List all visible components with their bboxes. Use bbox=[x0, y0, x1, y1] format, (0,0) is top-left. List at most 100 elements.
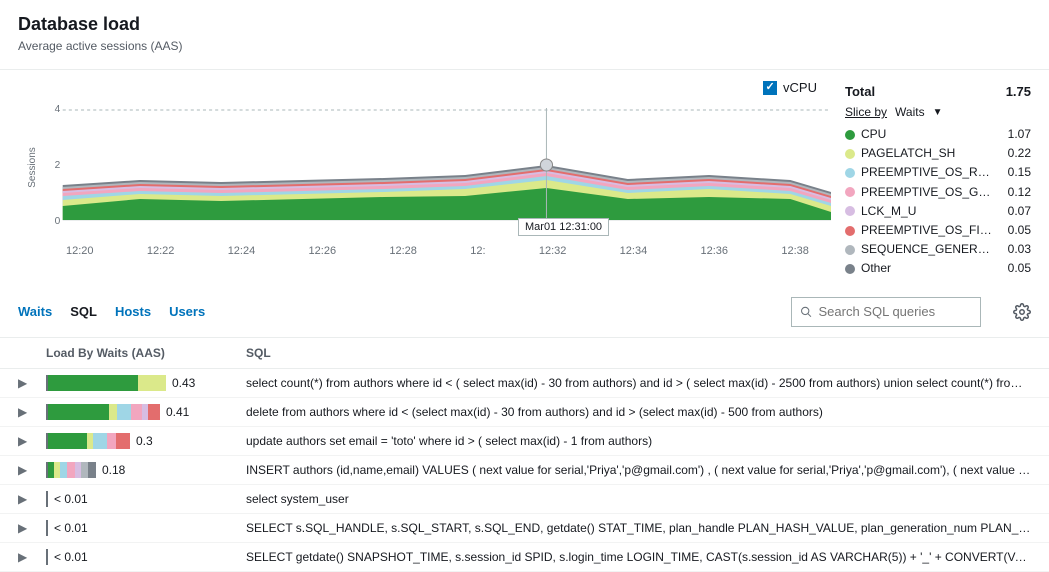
expand-icon[interactable]: ▶ bbox=[18, 405, 46, 419]
swatch-icon bbox=[845, 168, 855, 178]
col-head-sql: SQL bbox=[236, 346, 1031, 360]
expand-icon[interactable]: ▶ bbox=[18, 492, 46, 506]
load-cell: < 0.01 bbox=[46, 491, 236, 507]
svg-text:2: 2 bbox=[55, 160, 61, 171]
yaxis-label: Sessions bbox=[27, 147, 38, 188]
swatch-icon bbox=[845, 130, 855, 140]
swatch-icon bbox=[845, 245, 855, 255]
x-axis-ticks: 12:2012:2212:2412:2612:2812:12:3212:3412… bbox=[18, 243, 831, 257]
swatch-icon bbox=[845, 149, 855, 159]
chevron-down-icon: ▼ bbox=[933, 107, 943, 118]
slice-by-dropdown[interactable]: Slice by Waits ▼ bbox=[845, 105, 1031, 119]
sql-text[interactable]: delete from authors where id < (select m… bbox=[236, 405, 1031, 419]
expand-icon[interactable]: ▶ bbox=[18, 376, 46, 390]
load-bar bbox=[46, 520, 48, 536]
load-bar bbox=[46, 404, 160, 420]
total-value: 1.75 bbox=[1006, 84, 1031, 99]
vcpu-label: vCPU bbox=[783, 80, 817, 95]
legend-value: 1.07 bbox=[995, 125, 1031, 144]
legend-name: PREEMPTIVE_OS_REPO... bbox=[861, 163, 995, 182]
legend-value: 0.22 bbox=[995, 144, 1031, 163]
table-row: ▶ 0.43 select count(*) from authors where … bbox=[0, 369, 1049, 398]
sql-text[interactable]: SELECT s.SQL_HANDLE, s.SQL_START, s.SQL_… bbox=[236, 521, 1031, 535]
load-cell: < 0.01 bbox=[46, 520, 236, 536]
load-cell: 0.3 bbox=[46, 433, 236, 449]
table-row: ▶ < 0.01 SELECT s.SQL_HANDLE, s.SQL_START,… bbox=[0, 514, 1049, 543]
load-value: < 0.01 bbox=[54, 492, 88, 506]
swatch-icon bbox=[845, 264, 855, 274]
col-head-load: Load By Waits (AAS) bbox=[46, 346, 236, 360]
expand-icon[interactable]: ▶ bbox=[18, 434, 46, 448]
legend-name: PREEMPTIVE_OS_FILE... bbox=[861, 221, 995, 240]
legend-item[interactable]: Other0.05 bbox=[845, 259, 1031, 278]
legend-item[interactable]: SEQUENCE_GENERATI...0.03 bbox=[845, 240, 1031, 259]
svg-text:4: 4 bbox=[55, 104, 61, 115]
legend-item[interactable]: CPU1.07 bbox=[845, 125, 1031, 144]
page-subtitle: Average active sessions (AAS) bbox=[18, 39, 1031, 53]
tab-hosts[interactable]: Hosts bbox=[115, 304, 151, 319]
legend-name: LCK_M_U bbox=[861, 202, 995, 221]
load-bar bbox=[46, 375, 166, 391]
swatch-icon bbox=[845, 226, 855, 236]
svg-text:0: 0 bbox=[55, 216, 61, 227]
legend-value: 0.12 bbox=[995, 183, 1031, 202]
swatch-icon bbox=[845, 187, 855, 197]
legend-value: 0.15 bbox=[995, 163, 1031, 182]
legend-item[interactable]: PREEMPTIVE_OS_FILE...0.05 bbox=[845, 221, 1031, 240]
search-input-wrapper[interactable] bbox=[791, 297, 981, 327]
search-input[interactable] bbox=[819, 304, 973, 319]
table-row: ▶ 0.3 update authors set email = 'toto' wh… bbox=[0, 427, 1049, 456]
table-row: ▶ < 0.01 select system_user bbox=[0, 485, 1049, 514]
load-cell: 0.18 bbox=[46, 462, 236, 478]
table-row: ▶ < 0.01 SELECT getdate() SNAPSHOT_TIME, s… bbox=[0, 543, 1049, 572]
legend-value: 0.03 bbox=[995, 240, 1031, 259]
legend-name: PAGELATCH_SH bbox=[861, 144, 995, 163]
legend-item[interactable]: LCK_M_U0.07 bbox=[845, 202, 1031, 221]
load-cell: 0.41 bbox=[46, 404, 236, 420]
sql-text[interactable]: select system_user bbox=[236, 492, 1031, 506]
expand-icon[interactable]: ▶ bbox=[18, 550, 46, 564]
load-bar bbox=[46, 549, 48, 565]
load-cell: < 0.01 bbox=[46, 549, 236, 565]
load-value: 0.41 bbox=[166, 405, 189, 419]
legend-name: SEQUENCE_GENERATI... bbox=[861, 240, 995, 259]
legend-value: 0.07 bbox=[995, 202, 1031, 221]
tab-users[interactable]: Users bbox=[169, 304, 205, 319]
tab-sql[interactable]: SQL bbox=[70, 304, 97, 319]
load-value: 0.3 bbox=[136, 434, 153, 448]
table-row: ▶ 0.41 delete from authors where id < (sel… bbox=[0, 398, 1049, 427]
sql-text[interactable]: update authors set email = 'toto' where … bbox=[236, 434, 1031, 448]
load-value: < 0.01 bbox=[54, 550, 88, 564]
swatch-icon bbox=[845, 206, 855, 216]
sessions-chart: 4 2 0 bbox=[18, 80, 831, 240]
legend-item[interactable]: PREEMPTIVE_OS_GET...0.12 bbox=[845, 183, 1031, 202]
sql-text[interactable]: INSERT authors (id,name,email) VALUES ( … bbox=[236, 463, 1031, 477]
chart-tooltip: Mar01 12:31:00 bbox=[518, 218, 609, 236]
slice-label: Slice by bbox=[845, 105, 887, 119]
expand-icon[interactable]: ▶ bbox=[18, 521, 46, 535]
legend-item[interactable]: PAGELATCH_SH0.22 bbox=[845, 144, 1031, 163]
gear-icon[interactable] bbox=[1013, 303, 1031, 321]
load-cell: 0.43 bbox=[46, 375, 236, 391]
legend-value: 0.05 bbox=[995, 221, 1031, 240]
table-row: ▶ 0.18 INSERT authors (id,name,email) VALU… bbox=[0, 456, 1049, 485]
load-bar bbox=[46, 491, 48, 507]
load-value: < 0.01 bbox=[54, 521, 88, 535]
expand-icon[interactable]: ▶ bbox=[18, 463, 46, 477]
legend-value: 0.05 bbox=[995, 259, 1031, 278]
tab-waits[interactable]: Waits bbox=[18, 304, 52, 319]
load-value: 0.18 bbox=[102, 463, 125, 477]
vcpu-checkbox[interactable]: vCPU bbox=[763, 80, 817, 95]
load-value: 0.43 bbox=[172, 376, 195, 390]
sql-text[interactable]: SELECT getdate() SNAPSHOT_TIME, s.sessio… bbox=[236, 550, 1031, 564]
legend-name: CPU bbox=[861, 125, 995, 144]
search-icon bbox=[800, 305, 813, 319]
slice-value: Waits bbox=[895, 105, 925, 119]
legend-name: PREEMPTIVE_OS_GET... bbox=[861, 183, 995, 202]
legend-item[interactable]: PREEMPTIVE_OS_REPO...0.15 bbox=[845, 163, 1031, 182]
sql-text[interactable]: select count(*) from authors where id < … bbox=[236, 376, 1031, 390]
legend-name: Other bbox=[861, 259, 995, 278]
total-label: Total bbox=[845, 84, 875, 99]
checkbox-icon bbox=[763, 81, 777, 95]
page-title: Database load bbox=[18, 14, 1031, 35]
